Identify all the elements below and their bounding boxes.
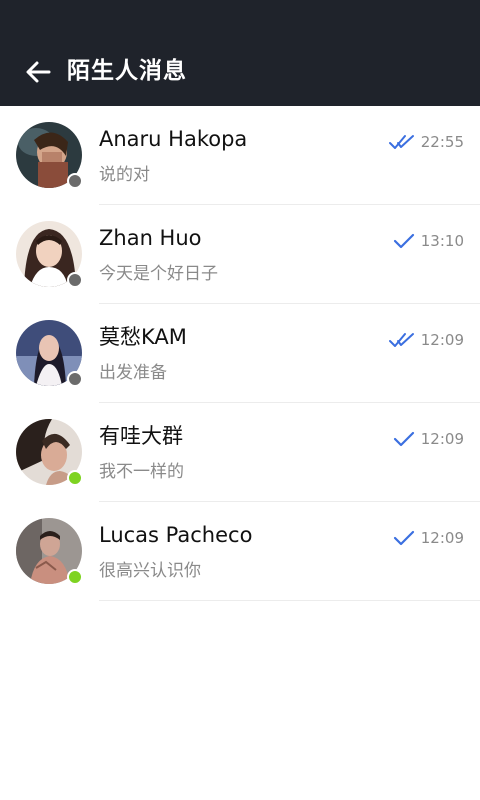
contact-name: 有哇大群 — [99, 424, 183, 448]
app-header: 陌生人消息 — [0, 0, 480, 106]
message-time: 12:09 — [420, 430, 464, 448]
check-icon — [393, 431, 415, 447]
avatar[interactable] — [16, 221, 83, 288]
conversation-item[interactable]: 莫愁KAM 出发准备 12:09 — [0, 304, 480, 403]
message-time: 13:10 — [420, 232, 464, 250]
message-time: 12:09 — [420, 529, 464, 547]
page-title: 陌生人消息 — [67, 58, 187, 84]
back-button[interactable] — [22, 56, 54, 88]
contact-name: Zhan Huo — [99, 226, 202, 250]
conversation-item[interactable]: Anaru Hakopa 说的对 22:55 — [0, 106, 480, 205]
divider — [99, 600, 480, 601]
message-preview: 很高兴认识你 — [99, 561, 201, 581]
offline-status-dot — [67, 272, 83, 288]
conversation-item[interactable]: Lucas Pacheco 很高兴认识你 12:09 — [0, 502, 480, 601]
contact-name: 莫愁KAM — [99, 325, 187, 349]
avatar[interactable] — [16, 518, 83, 585]
avatar[interactable] — [16, 320, 83, 387]
offline-status-dot — [67, 371, 83, 387]
conversation-list: Anaru Hakopa 说的对 22:55 Zhan Huo 今天是个好日子 … — [0, 106, 480, 601]
conversation-item[interactable]: 有哇大群 我不一样的 12:09 — [0, 403, 480, 502]
message-meta: 22:55 — [388, 130, 464, 154]
double-check-icon — [388, 332, 415, 348]
avatar[interactable] — [16, 419, 83, 486]
contact-name: Lucas Pacheco — [99, 523, 253, 547]
stranger-messages-screen: 陌生人消息 Anaru Hakopa 说的对 22:55 Zhan Huo 今天… — [0, 0, 480, 800]
double-check-icon — [388, 134, 415, 150]
message-meta: 12:09 — [388, 328, 464, 352]
message-meta: 13:10 — [393, 229, 464, 253]
message-preview: 说的对 — [99, 165, 150, 185]
conversation-item[interactable]: Zhan Huo 今天是个好日子 13:10 — [0, 205, 480, 304]
message-meta: 12:09 — [393, 427, 464, 451]
message-time: 12:09 — [420, 331, 464, 349]
message-preview: 我不一样的 — [99, 462, 184, 482]
message-preview: 出发准备 — [99, 363, 167, 383]
message-preview: 今天是个好日子 — [99, 264, 218, 284]
message-meta: 12:09 — [393, 526, 464, 550]
contact-name: Anaru Hakopa — [99, 127, 248, 151]
online-status-dot — [67, 569, 83, 585]
message-time: 22:55 — [420, 133, 464, 151]
check-icon — [393, 233, 415, 249]
avatar[interactable] — [16, 122, 83, 189]
check-icon — [393, 530, 415, 546]
offline-status-dot — [67, 173, 83, 189]
online-status-dot — [67, 470, 83, 486]
arrow-left-icon — [26, 61, 51, 83]
